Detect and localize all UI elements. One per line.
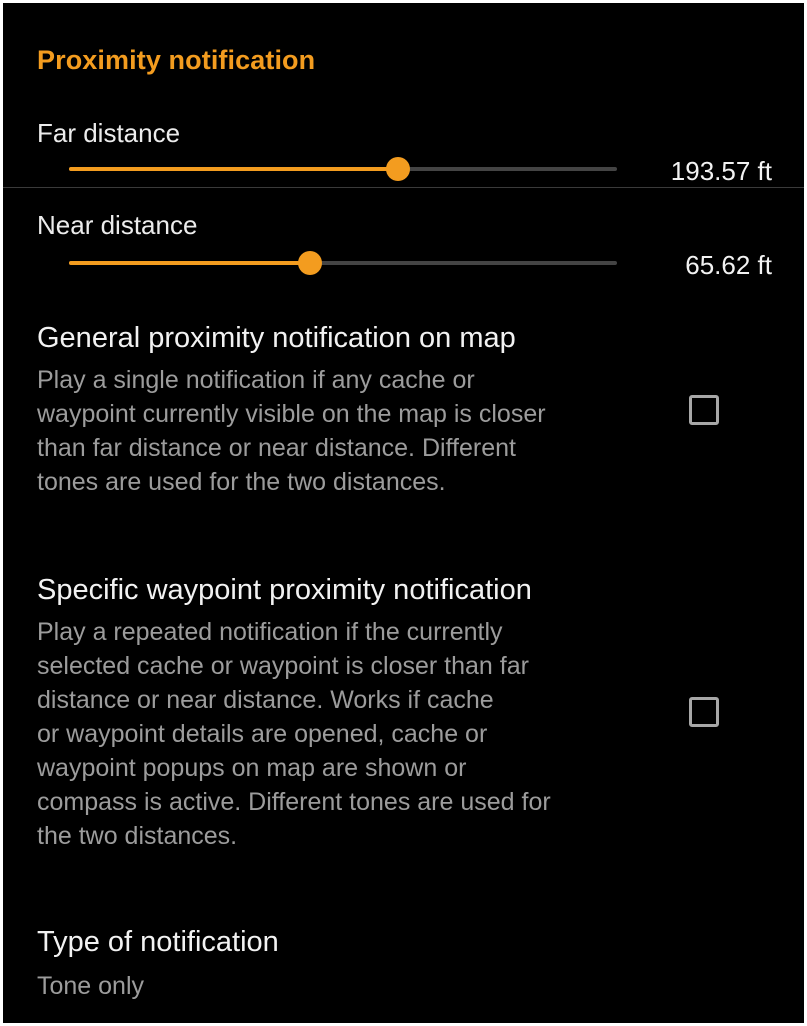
notification-type-title: Type of notification (37, 926, 279, 958)
far-distance-slider-fill (69, 167, 398, 171)
general-proximity-title: General proximity notification on map (37, 322, 516, 354)
notification-type-value: Tone only (37, 972, 145, 1000)
specific-proximity-summary-line: selected cache or waypoint is closer tha… (37, 652, 529, 680)
near-distance-slider-thumb[interactable] (298, 251, 323, 275)
general-proximity-summary-line: tones are used for the two distances. (37, 468, 446, 496)
general-proximity-summary-line: waypoint currently visible on the map is… (37, 400, 546, 428)
category-title: Proximity notification (37, 45, 316, 75)
far-distance-value: 193.57 ft (670, 156, 772, 186)
near-distance-slider-fill (69, 261, 311, 265)
specific-proximity-summary-line: the two distances. (37, 822, 238, 850)
specific-proximity-summary: Play a repeated notification if the curr… (37, 615, 647, 853)
specific-proximity-summary-line: distance or near distance. Works if cach… (37, 686, 494, 714)
settings-screen: Proximity notification Far distance 193.… (3, 3, 804, 1023)
specific-proximity-summary-line: Play a repeated notification if the curr… (37, 618, 503, 646)
general-proximity-checkbox[interactable] (689, 395, 719, 425)
far-distance-label: Far distance (37, 118, 181, 148)
specific-proximity-summary-line: or waypoint details are opened, cache or (37, 720, 488, 748)
specific-proximity-preference[interactable]: Specific waypoint proximity notification… (3, 555, 804, 875)
general-proximity-summary-line: Play a single notification if any cache … (37, 366, 475, 394)
general-proximity-summary-line: than far distance or near distance. Diff… (37, 434, 516, 462)
near-distance-slider[interactable] (69, 251, 617, 275)
far-distance-preference: Far distance 193.57 ft (3, 107, 804, 187)
specific-proximity-title: Specific waypoint proximity notification (37, 574, 532, 606)
near-distance-label: Near distance (37, 210, 198, 240)
specific-proximity-summary-line: compass is active. Different tones are u… (37, 788, 551, 816)
general-proximity-preference[interactable]: General proximity notification on map Pl… (3, 303, 804, 513)
far-distance-slider[interactable] (69, 157, 617, 181)
notification-type-preference[interactable]: Type of notification Tone only (3, 907, 804, 1023)
general-proximity-summary: Play a single notification if any cache … (37, 363, 647, 499)
specific-proximity-checkbox[interactable] (689, 697, 719, 727)
specific-proximity-summary-line: waypoint popups on map are shown or (37, 754, 467, 782)
near-distance-value: 65.62 ft (685, 250, 772, 280)
section-divider (3, 187, 804, 188)
near-distance-preference: Near distance 65.62 ft (3, 203, 804, 285)
far-distance-slider-thumb[interactable] (385, 157, 410, 181)
